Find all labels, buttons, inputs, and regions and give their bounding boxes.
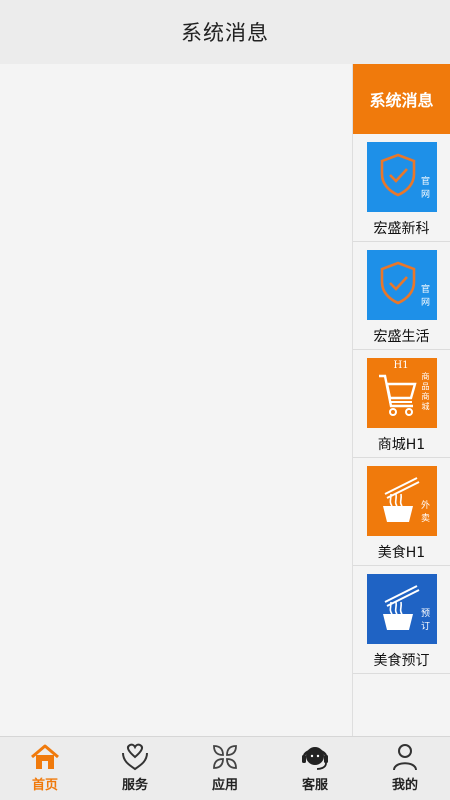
tab-label: 服务 xyxy=(121,778,148,793)
shield-check-icon: 官网 xyxy=(366,250,437,320)
badge-text: 官网 xyxy=(420,177,430,200)
shopping-cart-icon: H1 商品 商城 xyxy=(366,358,437,428)
page-title: 系统消息 xyxy=(181,21,269,45)
person-icon xyxy=(393,744,417,771)
sidebar-item-label: 商城H1 xyxy=(377,437,426,453)
tab-apps[interactable]: 应用 xyxy=(180,737,270,800)
tab-customer-service[interactable]: 客服 xyxy=(270,737,360,800)
sidebar-item-meishi-yuding[interactable]: 预订 美食预订 xyxy=(353,566,450,674)
sidebar-item-hongsheng-xinke[interactable]: 官网 宏盛新科 xyxy=(353,134,450,242)
top-bar: 系统消息 xyxy=(0,0,450,64)
badge-text: 官网 xyxy=(420,285,430,308)
tab-label: 应用 xyxy=(211,778,238,793)
shield-check-icon: 官网 xyxy=(366,142,437,212)
tab-label: 首页 xyxy=(31,778,58,793)
tab-home[interactable]: 首页 xyxy=(0,737,90,800)
sidebar-item-label: 宏盛生活 xyxy=(373,329,430,345)
tab-label: 客服 xyxy=(301,778,328,793)
sidebar-item-label: 美食预订 xyxy=(373,653,430,669)
sidebar-item-shangcheng-h1[interactable]: H1 商品 商城 商城H1 xyxy=(353,350,450,458)
badge-text: 预订 xyxy=(420,609,430,632)
apps-grid-icon xyxy=(213,745,237,769)
sidebar-item-label: 美食H1 xyxy=(377,545,426,561)
h1-tag: H1 xyxy=(393,360,409,371)
badge-text: 外卖 xyxy=(420,501,430,524)
headset-icon xyxy=(302,747,328,770)
sidebar-heading[interactable]: 系统消息 xyxy=(353,64,450,134)
noodles-icon: 预订 xyxy=(366,574,437,644)
message-list-area[interactable] xyxy=(0,64,352,736)
tab-mine[interactable]: 我的 xyxy=(360,737,450,800)
sidebar-item-label: 宏盛新科 xyxy=(373,221,430,237)
sidebar-item-meishi-h1[interactable]: 外卖 美食H1 xyxy=(353,458,450,566)
tab-service[interactable]: 服务 xyxy=(90,737,180,800)
bottom-tab-bar: 首页 服务 应用 客服 我的 xyxy=(0,736,450,800)
badge-text: 商品 商城 xyxy=(421,372,430,411)
heart-hands-icon xyxy=(122,743,148,771)
home-icon xyxy=(31,744,59,769)
app-sidebar: 系统消息 官网 宏盛新科 官网 宏盛生活 H1 商 品 商 城 商城H1 外 卖… xyxy=(352,64,450,736)
sidebar-item-hongsheng-shenghuo[interactable]: 官网 宏盛生活 xyxy=(353,242,450,350)
tab-label: 我的 xyxy=(391,778,418,793)
sidebar-heading-label: 系统消息 xyxy=(369,91,434,110)
noodles-icon: 外卖 xyxy=(366,466,437,536)
